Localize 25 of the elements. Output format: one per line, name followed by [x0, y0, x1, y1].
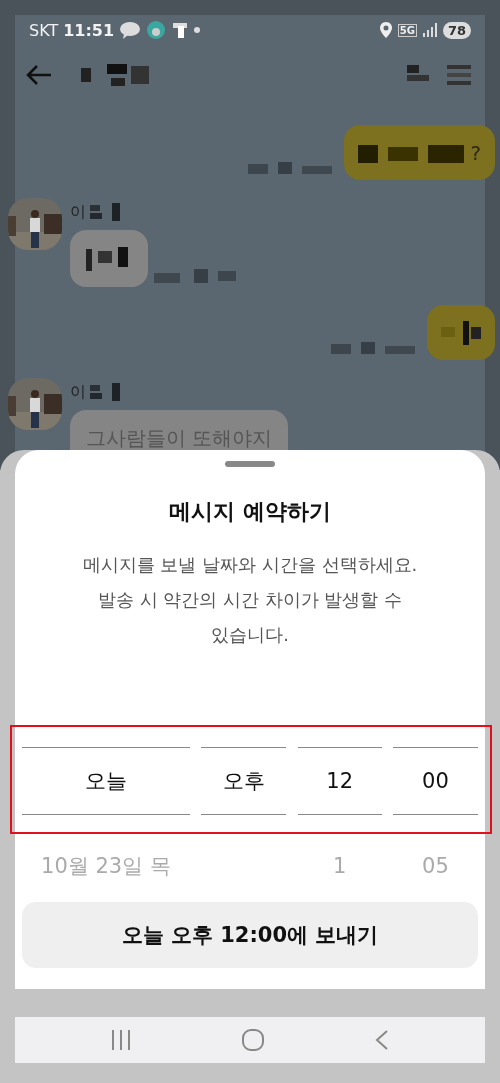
location-icon — [378, 21, 393, 39]
chat-bubble-icon — [119, 21, 142, 39]
picker-item[interactable]: 오늘 — [22, 747, 190, 815]
device-icon — [171, 21, 190, 39]
recent-apps-icon[interactable] — [109, 1029, 132, 1051]
home-icon[interactable] — [241, 1028, 265, 1052]
carrier-name: SKT — [29, 20, 59, 40]
signal-icon — [421, 22, 438, 38]
sheet-description: 메시지를 보낼 날짜와 시간을 선택하세요. 발송 시 약간의 시간 차이가 발생할 수 있습니다. — [82, 553, 418, 647]
picker-item[interactable]: 12 — [297, 747, 382, 815]
clock-time: 11:51 — [63, 20, 115, 40]
sender-name: 이 — [70, 381, 86, 403]
picker-item[interactable]: 00 — [393, 747, 478, 815]
picker-item[interactable]: 오후 — [201, 747, 287, 815]
network-label: 5G — [397, 23, 417, 37]
blurred-text-drawing — [441, 320, 481, 345]
drag-handle[interactable] — [225, 461, 275, 467]
send-button[interactable]: 오늘 오후 12:00에 보내기 — [22, 902, 478, 968]
sheet-title: 메시지 예약하기 — [169, 498, 331, 526]
back-icon[interactable] — [25, 63, 53, 87]
battery-level: 78 — [442, 21, 471, 39]
message-text: ? — [470, 140, 481, 165]
dot-icon — [194, 27, 201, 33]
sender-name: 이 — [70, 201, 86, 223]
app-badge-icon — [146, 20, 167, 40]
